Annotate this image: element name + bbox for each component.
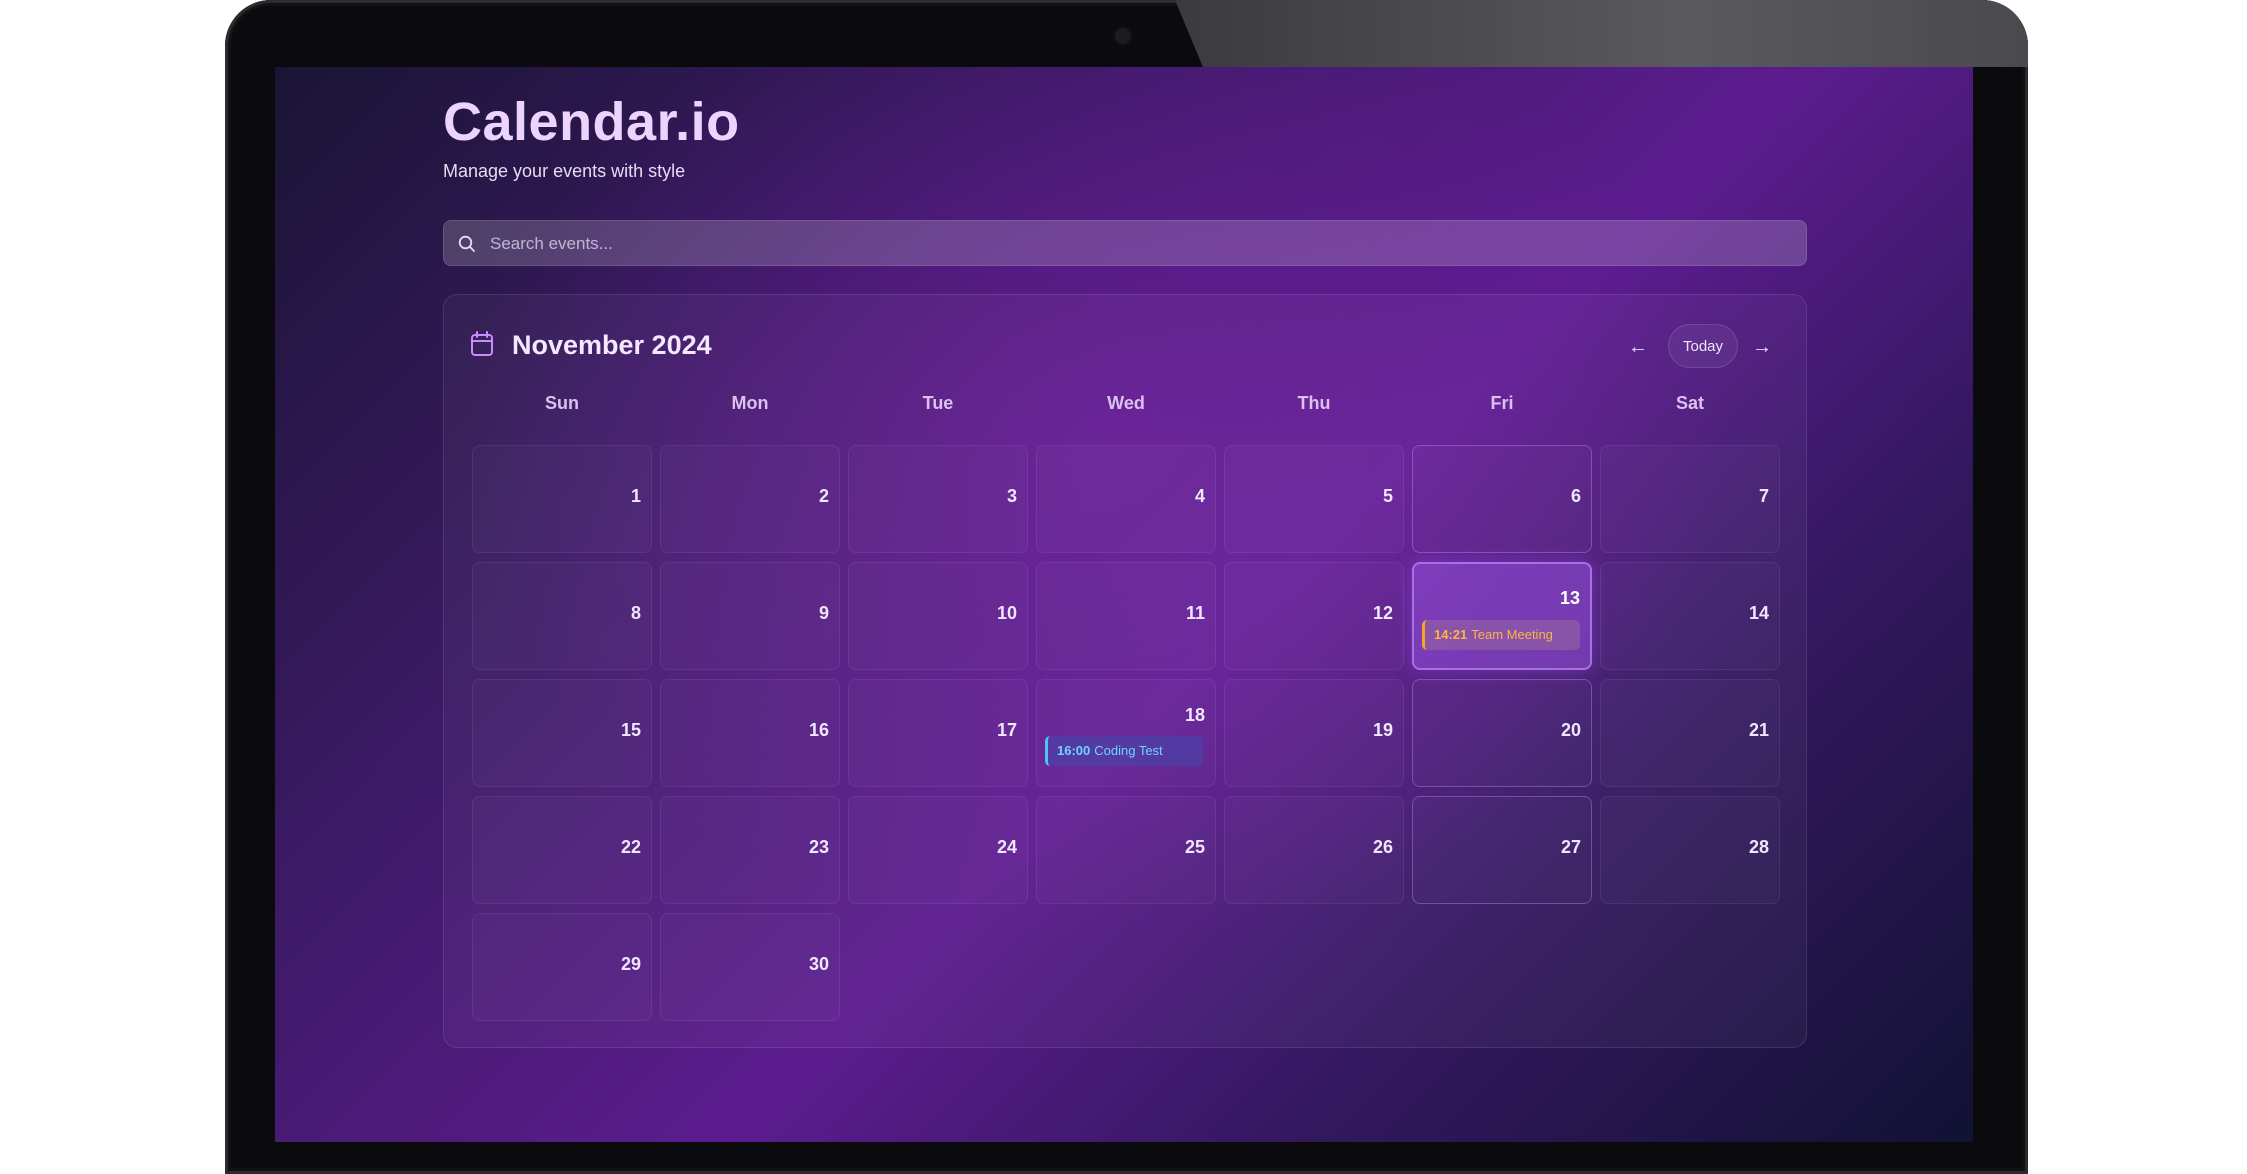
day-number: 15 <box>620 720 641 740</box>
weekday-wed: Wed <box>1107 393 1145 413</box>
day-cell[interactable]: 10 <box>848 562 1028 670</box>
bezel-glare <box>1175 0 2028 67</box>
day-number: 9 <box>818 603 829 623</box>
day-cell[interactable]: 1 <box>472 445 652 553</box>
day-cell[interactable]: 24 <box>848 796 1028 904</box>
day-cell[interactable]: 28 <box>1600 796 1780 904</box>
weekday-fri: Fri <box>1490 393 1514 413</box>
day-number: 14 <box>1748 603 1769 623</box>
weekday-header: Sun Mon Tue Wed Thu Fri Sat <box>472 393 1781 423</box>
day-cell[interactable]: 4 <box>1036 445 1216 553</box>
day-number: 30 <box>808 954 829 974</box>
app-screen: Calendar.io Manage your events with styl… <box>275 67 1973 1142</box>
day-number: 16 <box>808 720 829 740</box>
day-number: 27 <box>1560 837 1581 857</box>
app-subtitle: Manage your events with style <box>443 161 686 181</box>
day-cell[interactable]: 7 <box>1600 445 1780 553</box>
event-title: Team Meeting <box>1471 627 1553 642</box>
today-button[interactable]: Today <box>1668 324 1738 368</box>
day-cell[interactable]: 21 <box>1600 679 1780 787</box>
weekday-sun: Sun <box>545 393 579 413</box>
day-cell[interactable]: 14 <box>1600 562 1780 670</box>
weekday-mon: Mon <box>731 393 769 413</box>
day-number: 6 <box>1570 486 1581 506</box>
day-number: 17 <box>996 720 1017 740</box>
day-number: 7 <box>1758 486 1769 506</box>
day-number: 1 <box>630 486 641 506</box>
day-cell[interactable]: 27 <box>1412 796 1592 904</box>
day-number: 20 <box>1560 720 1581 740</box>
event-chip[interactable]: 14:21 Team Meeting <box>1422 620 1580 650</box>
day-cell[interactable]: 3 <box>848 445 1028 553</box>
day-cell[interactable]: 6 <box>1412 445 1592 553</box>
day-cell[interactable]: 12 <box>1224 562 1404 670</box>
day-cell[interactable]: 22 <box>472 796 652 904</box>
day-number: 26 <box>1372 837 1393 857</box>
day-cell[interactable]: 11 <box>1036 562 1216 670</box>
event-chip[interactable]: 16:00 Coding Test <box>1045 736 1203 766</box>
calendar-icon <box>471 331 493 356</box>
search-icon <box>458 235 475 252</box>
day-number: 25 <box>1184 837 1205 857</box>
calendar-card: November 2024 ← Today → Sun Mon Tue Wed … <box>443 294 1807 1048</box>
event-title: Coding Test <box>1094 743 1163 758</box>
day-number: 11 <box>1185 603 1205 623</box>
day-number: 28 <box>1748 837 1769 857</box>
day-cell[interactable]: 26 <box>1224 796 1404 904</box>
day-cell[interactable]: 15 <box>472 679 652 787</box>
event-time: 14:21 <box>1434 627 1468 642</box>
day-cell[interactable]: 9 <box>660 562 840 670</box>
day-number: 29 <box>620 954 641 974</box>
day-cell[interactable]: 29 <box>472 913 652 1021</box>
search-bar <box>443 220 1807 267</box>
day-number: 21 <box>1748 720 1769 740</box>
day-cell[interactable]: 16 <box>660 679 840 787</box>
calendar-grid: 1 2 3 4 5 6 7 8 9 10 11 12 13 14:21 Team … <box>472 445 1781 1025</box>
month-title: November 2024 <box>512 330 712 360</box>
day-number: 8 <box>630 603 641 623</box>
day-cell[interactable]: 18 16:00 Coding Test <box>1036 679 1216 787</box>
day-cell[interactable]: 19 <box>1224 679 1404 787</box>
day-cell[interactable]: 17 <box>848 679 1028 787</box>
day-cell[interactable]: 23 <box>660 796 840 904</box>
day-number: 2 <box>818 486 829 506</box>
app-title: Calendar.io <box>443 92 740 152</box>
weekday-thu: Thu <box>1297 393 1331 413</box>
day-number: 4 <box>1194 486 1205 506</box>
day-number: 3 <box>1006 486 1017 506</box>
camera-icon <box>1115 28 1131 44</box>
day-cell[interactable]: 5 <box>1224 445 1404 553</box>
weekday-tue: Tue <box>922 393 954 413</box>
day-number: 22 <box>620 837 641 857</box>
day-number: 12 <box>1372 603 1393 623</box>
day-cell[interactable]: 25 <box>1036 796 1216 904</box>
day-number: 18 <box>1184 705 1205 725</box>
day-number: 13 <box>1559 588 1580 608</box>
day-number: 19 <box>1372 720 1393 740</box>
next-month-button[interactable]: → <box>1744 329 1780 365</box>
day-number: 23 <box>808 837 829 857</box>
day-number: 5 <box>1382 486 1393 506</box>
event-time: 16:00 <box>1057 743 1091 758</box>
day-cell[interactable]: 2 <box>660 445 840 553</box>
day-cell-today[interactable]: 13 14:21 Team Meeting <box>1412 562 1592 670</box>
day-cell[interactable]: 30 <box>660 913 840 1021</box>
day-number: 10 <box>996 603 1017 623</box>
weekday-sat: Sat <box>1675 393 1704 413</box>
day-cell[interactable]: 20 <box>1412 679 1592 787</box>
laptop-frame: Calendar.io Manage your events with styl… <box>225 0 2028 1174</box>
search-input[interactable] <box>488 221 1792 267</box>
day-number: 24 <box>996 837 1017 857</box>
prev-month-button[interactable]: ← <box>1620 329 1656 365</box>
day-cell[interactable]: 8 <box>472 562 652 670</box>
